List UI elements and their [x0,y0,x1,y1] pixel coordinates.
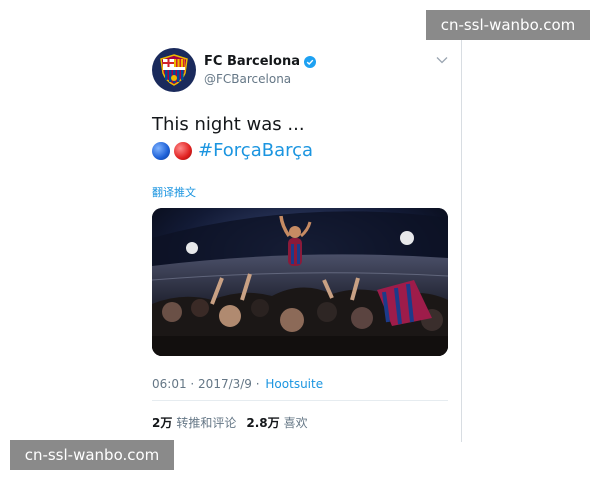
hashtag-link[interactable]: #ForçaBarça [198,140,313,161]
tweet-card[interactable]: FC Barcelona @FCBarcelona This night was… [138,36,462,442]
likes-label[interactable]: 喜欢 [284,414,308,431]
stats-divider [152,400,448,401]
tweet-hashtag-line: #ForçaBarça [152,140,313,161]
likes-count[interactable]: 2.8万 [246,414,279,431]
tweet-time: 06:01 [152,377,187,391]
translate-tweet-link[interactable]: 翻译推文 [152,184,196,200]
display-name[interactable]: FC Barcelona [204,54,300,69]
red-circle-emoji [174,141,192,160]
blue-circle-emoji [152,141,170,160]
tweet-photo[interactable] [152,208,448,356]
card-divider [461,36,462,442]
stadium-celebration-photo [152,208,448,356]
source-link[interactable]: Hootsuite [265,377,323,391]
fc-barcelona-crest-icon [160,54,188,86]
name-row: FC Barcelona [204,54,316,69]
tweet-date[interactable]: 2017/3/9 [198,377,252,391]
retweets-count[interactable]: 2万 [152,414,172,431]
watermark-bottom: cn-ssl-wanbo.com [10,440,174,470]
meta-separator: · [251,377,264,391]
watermark-top: cn-ssl-wanbo.com [426,10,590,40]
handle[interactable]: @FCBarcelona [204,72,291,86]
tweet-meta: 06:01 · 2017/3/9 · Hootsuite [152,377,323,391]
tweet-text: This night was ... [152,114,305,135]
meta-separator: · [186,377,199,391]
avatar[interactable] [152,48,196,92]
verified-badge-icon [303,55,316,68]
chevron-down-icon[interactable] [436,56,448,64]
retweets-label[interactable]: 转推和评论 [176,414,236,431]
tweet-stats: 2万 转推和评论 2.8万 喜欢 [152,414,318,431]
